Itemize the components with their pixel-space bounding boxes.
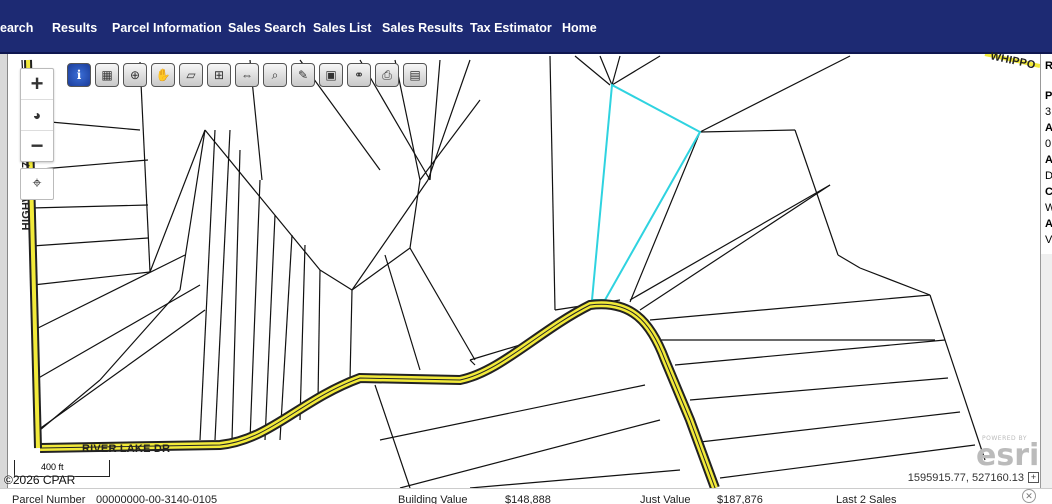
nav-parcel-information-link[interactable]: Parcel Information [112,21,222,35]
selected-parcel-outline [590,83,702,301]
panel-line: W [1041,200,1052,216]
panel-line: C [1041,184,1052,200]
save-icon[interactable]: ▤ [403,63,427,87]
nav-tax-estimator-link[interactable]: Tax Estimator [470,21,552,35]
nav-sales-list-link[interactable]: Sales List [313,21,371,35]
panel-line: P [1045,90,1052,102]
nav-results-link[interactable]: Results [52,21,97,35]
magnify-icon[interactable]: ⌕ [263,63,287,87]
road-label-river-lake: RIVER LAKE DR [82,443,171,455]
print-icon[interactable]: ⎙ [375,63,399,87]
locate-icon[interactable]: ⌖ [20,168,54,200]
close-icon[interactable]: ✕ [1022,489,1036,503]
map-toolbar: i ▦ ⊕ ✋ ▱ ⊞ ⇔ ⌕ ✎ ▣ ⚭ ⎙ ▤ [67,63,427,87]
zoom-in-tool-icon[interactable]: ⊕ [123,63,147,87]
nav-sales-search-link[interactable]: Sales Search [228,21,306,35]
panel-line: 3 [1045,106,1052,118]
nav-search-link[interactable]: earch [0,21,33,35]
parcel-lines [21,54,1040,488]
esri-wordmark: esri [976,438,1040,473]
parcel-details-panel: R P 3 A 0 A D C W A V [1040,54,1052,254]
parcel-summary-bar: Parcel Number 00000000-00-3140-0105 Buil… [0,488,1052,504]
top-navigation-bar: earch Results Parcel Information Sales S… [0,0,1052,54]
zoom-control: + ◕ − [20,68,54,162]
map-coordinates: 1595915.77, 527160.13 [907,472,1024,484]
nav-sales-results-link[interactable]: Sales Results [382,21,463,35]
full-extent-icon[interactable]: ▣ [319,63,343,87]
panel-line: V [1045,234,1052,246]
parcel-map[interactable] [0,54,1040,488]
panel-line: A [1041,152,1052,168]
zoom-in-button[interactable]: + [21,69,53,100]
measure-icon[interactable]: ⇔ [235,63,259,87]
select-icon[interactable]: ▦ [95,63,119,87]
esri-logo: POWERED BY esri [976,435,1040,473]
map-left-edge [0,54,8,488]
zoom-out-button[interactable]: − [21,131,53,161]
add-layer-icon[interactable]: ⊞ [207,63,231,87]
pan-hand-icon[interactable]: ✋ [151,63,175,87]
panel-tab[interactable]: R [1041,58,1052,74]
panel-line: 0 [1045,138,1052,150]
home-globe-icon[interactable]: ◕ [21,100,53,131]
expand-icon[interactable]: + [1028,472,1039,483]
scale-label: 400 ft [41,462,64,472]
copyright-text: ©2026 CPAR [4,473,76,487]
panel-line: A [1041,120,1052,136]
binoculars-icon[interactable]: ⚭ [347,63,371,87]
pencil-icon[interactable]: ✎ [291,63,315,87]
panel-line: A [1041,216,1052,232]
eraser-icon[interactable]: ▱ [179,63,203,87]
info-icon[interactable]: i [67,63,91,87]
esri-powered-text: POWERED BY [982,435,1028,442]
panel-scrollbar[interactable] [1040,254,1052,488]
panel-line: D [1041,168,1052,184]
nav-home-link[interactable]: Home [562,21,597,35]
